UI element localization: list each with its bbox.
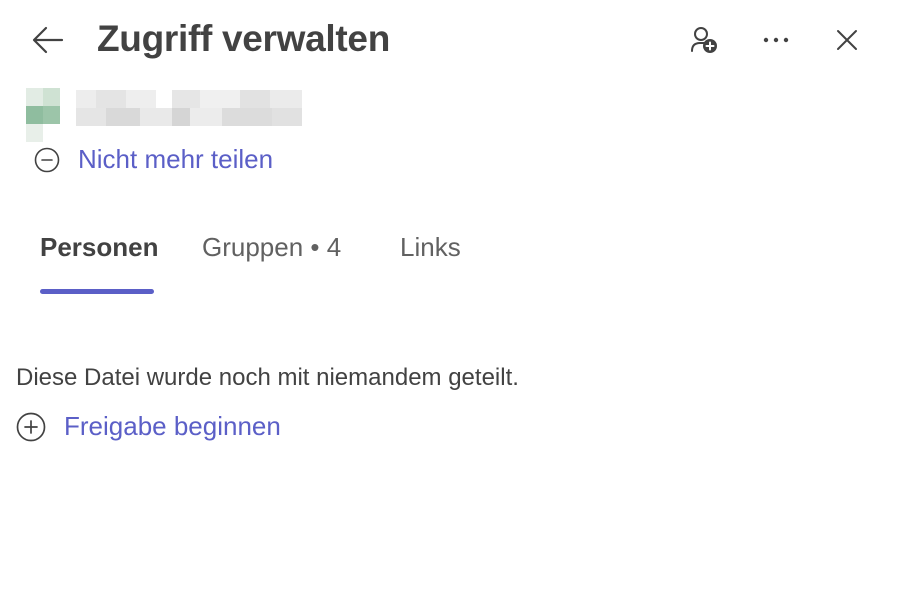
person-add-icon [691,27,717,53]
more-horizontal-icon [763,37,789,43]
close-button[interactable] [827,20,867,60]
panel-header: Zugriff verwalten [0,0,910,84]
back-button[interactable] [26,20,70,60]
stop-sharing-link[interactable]: Nicht mehr teilen [34,144,273,175]
add-people-button[interactable] [684,20,724,60]
tab-groups[interactable]: Gruppen • 4 [202,232,341,263]
empty-state-message: Diese Datei wurde noch mit niemandem get… [16,364,519,391]
close-icon [837,30,857,50]
tab-persons[interactable]: Personen [40,232,159,263]
arrow-left-icon [32,26,64,54]
tab-bar: Personen Gruppen • 4 Links [40,232,640,296]
more-options-button[interactable] [756,20,796,60]
plus-circle-icon [16,412,46,441]
manage-access-panel: Zugriff verwalten Nicht mehr teilen Pers… [0,0,910,606]
stop-sharing-label: Nicht mehr teilen [78,144,274,174]
file-thumbnail [26,88,62,142]
active-tab-indicator [40,289,154,294]
start-sharing-link[interactable]: Freigabe beginnen [16,411,281,442]
page-title: Zugriff verwalten [97,18,390,59]
start-sharing-label: Freigabe beginnen [64,411,281,441]
minus-circle-icon [34,147,60,172]
file-name-obscured [76,90,304,126]
tab-links[interactable]: Links [400,232,461,263]
file-info [26,88,326,144]
